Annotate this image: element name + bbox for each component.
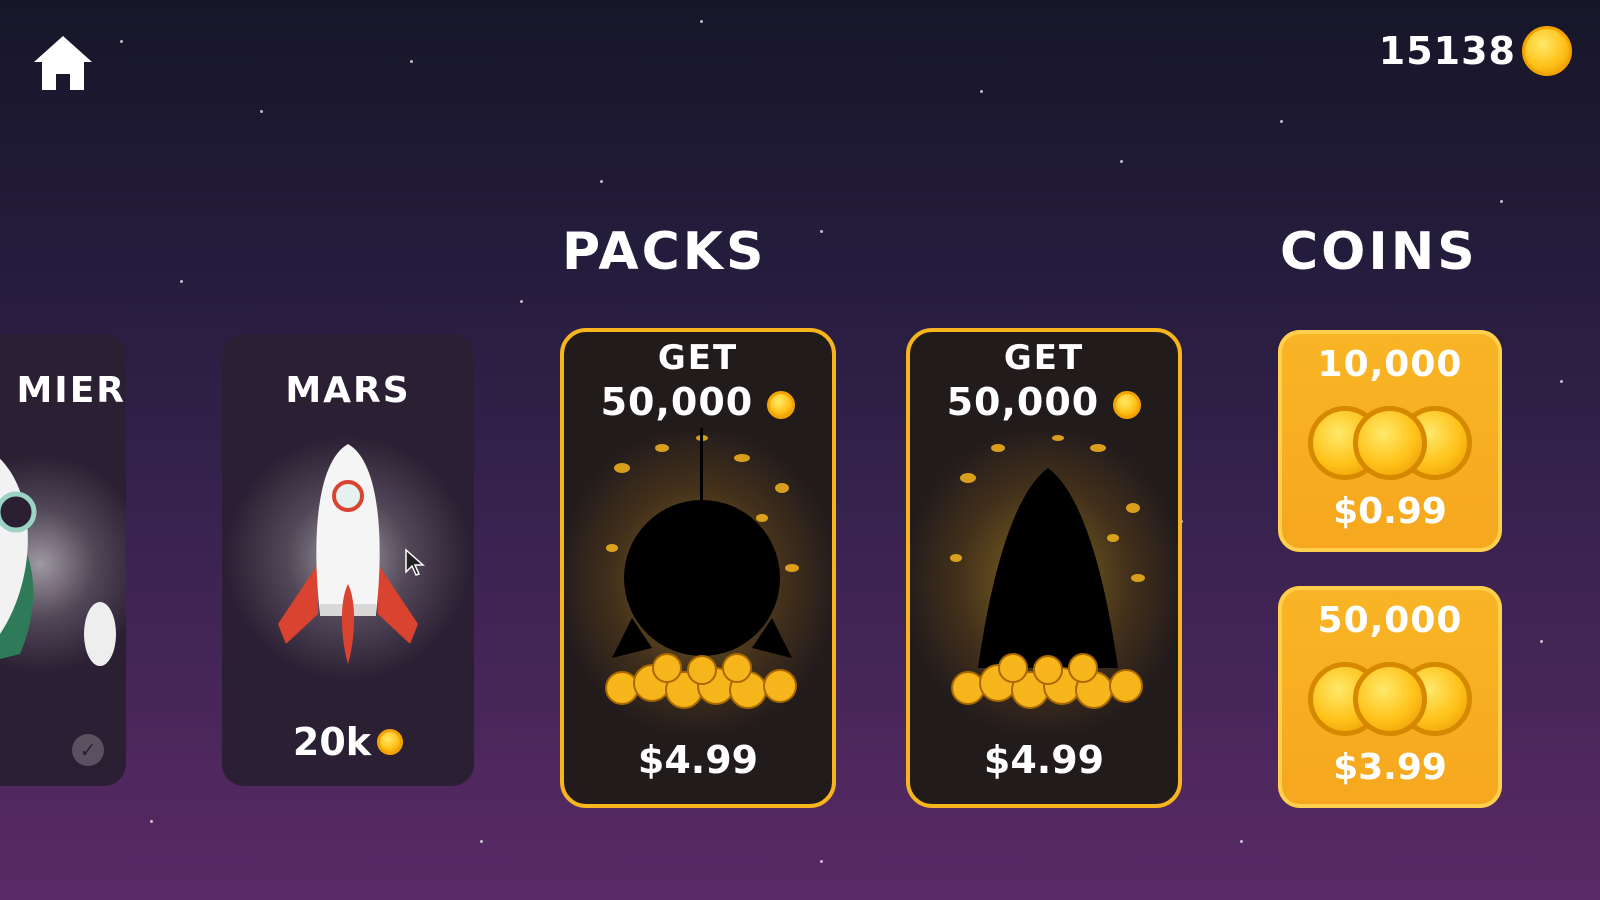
packs-title: PACKS — [562, 222, 767, 282]
pack-price: $4.99 — [983, 738, 1105, 782]
coin-offer-price: $0.99 — [1333, 491, 1447, 532]
round-ship-silhouette — [605, 428, 799, 709]
coin-offer-price: $3.99 — [1333, 747, 1447, 788]
coin-offer-1[interactable]: 10,000 $0.99 — [1278, 330, 1502, 552]
pack-get-label: GET — [1003, 338, 1085, 378]
pointed-ship-silhouette — [950, 435, 1145, 709]
pack-amount-value: 50,000 — [600, 380, 754, 424]
coin-balance-amount: 15138 — [1378, 29, 1516, 73]
ship-name: MIER — [16, 370, 126, 411]
coin-icon — [1522, 26, 1572, 76]
coin-stack-icon — [1308, 662, 1472, 736]
coin-icon — [377, 729, 404, 755]
ship-price-label: 20k — [292, 720, 372, 764]
coin-offer-amount: 50,000 — [1317, 600, 1463, 641]
ship-name: MARS — [285, 370, 411, 411]
ship-price: 20k — [222, 720, 474, 764]
pack-amount-value: 50,000 — [946, 380, 1100, 424]
coin-icon — [767, 390, 796, 419]
pack-amount: 50,000 — [910, 380, 1178, 424]
coin-icon — [1113, 390, 1142, 419]
home-button[interactable] — [28, 28, 98, 98]
ship-card-mier[interactable]: MIER ✓ — [0, 334, 126, 786]
pack-card-2[interactable]: GET 50,000 $4.99 — [906, 328, 1182, 808]
coins-title: COINS — [1280, 222, 1478, 282]
mouse-cursor-icon — [405, 548, 425, 576]
rocket-icon — [0, 458, 116, 666]
owned-check-icon: ✓ — [72, 734, 104, 766]
pack-price: $4.99 — [637, 738, 759, 782]
home-icon — [34, 36, 92, 90]
coin-balance: 15138 — [1379, 26, 1572, 76]
coin-offer-amount: 10,000 — [1317, 344, 1463, 385]
coin-stack-icon — [1308, 406, 1472, 480]
pack-amount: 50,000 — [564, 380, 832, 424]
ship-card-mars[interactable]: MARS 20k — [222, 334, 474, 786]
pack-card-1[interactable]: GET 50,000 $4.99 — [560, 328, 836, 808]
pack-get-label: GET — [657, 338, 739, 378]
coin-offer-2[interactable]: 50,000 $3.99 — [1278, 586, 1502, 808]
